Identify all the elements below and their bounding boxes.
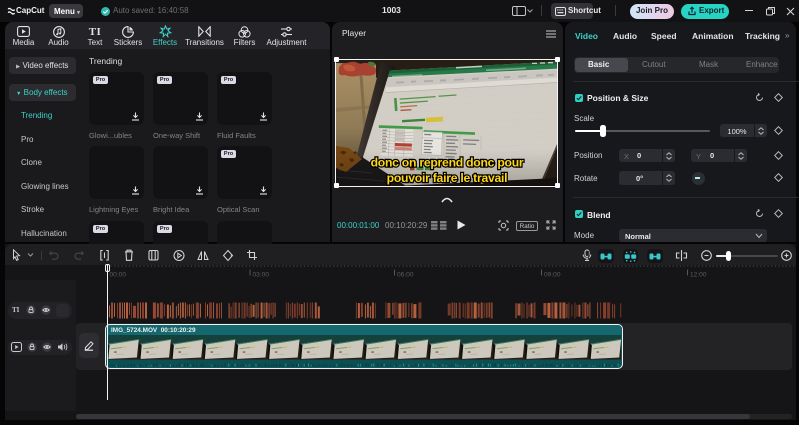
svg-text:00:00: 00:00	[110, 272, 127, 279]
svg-text:09:00: 09:00	[544, 272, 561, 279]
svg-text:12:00: 12:00	[690, 272, 707, 279]
svg-text:donc on reprend donc pour: donc on reprend donc pour	[371, 155, 524, 169]
svg-text:06:00: 06:00	[397, 272, 414, 279]
svg-text:pouvoir faire le travail: pouvoir faire le travail	[387, 170, 508, 184]
svg-text:03:00: 03:00	[253, 272, 270, 279]
